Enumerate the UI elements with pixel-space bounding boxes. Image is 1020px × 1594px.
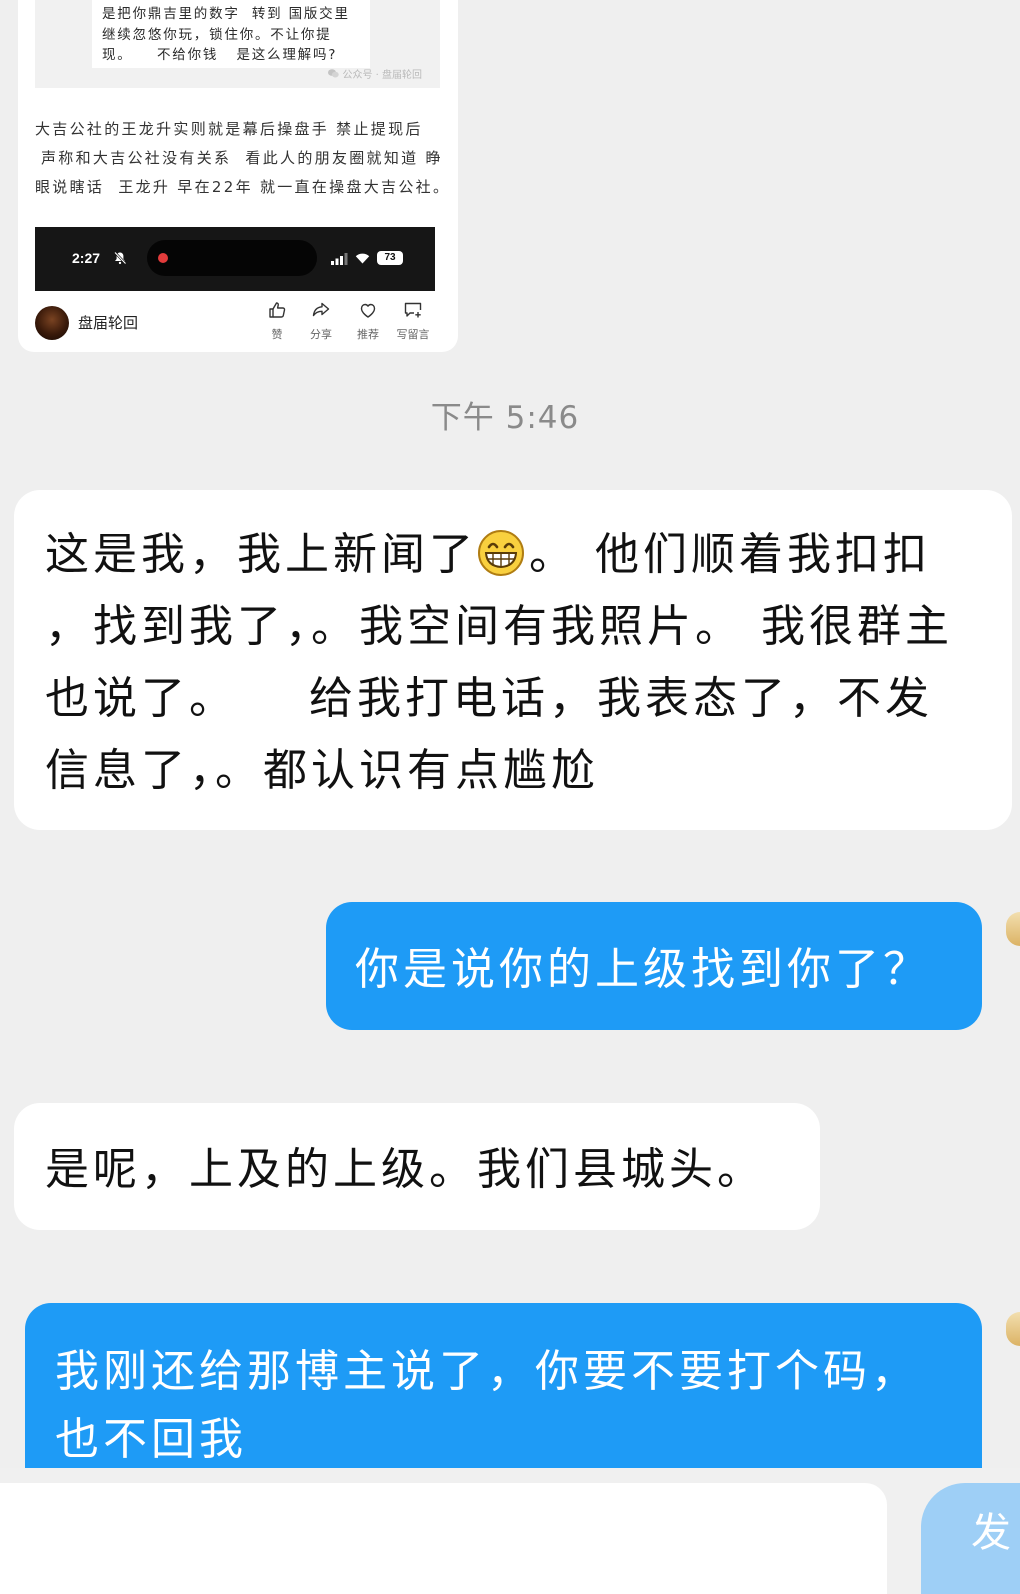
- comment-button[interactable]: 写留言: [388, 300, 438, 341]
- bell-muted-icon: [113, 251, 127, 265]
- article-quote-image: 是把你鼎吉里的数字 转到 国版交里 继续忽悠你玩，锁住你。不让你提 现。 不给你…: [35, 0, 440, 88]
- comment-icon: [403, 300, 423, 320]
- outgoing-message-bubble[interactable]: 你是说你的上级找到你了？: [326, 902, 982, 1030]
- recording-dot-icon: [158, 253, 168, 263]
- watermark: 公众号 · 盘届轮回: [328, 66, 422, 81]
- message-text: 是呢，上及的上级。我们县城头。: [45, 1144, 765, 1195]
- send-button[interactable]: 发: [921, 1483, 1020, 1594]
- message-text: 这是我，我上新闻了: [45, 529, 477, 580]
- comment-label: 写留言: [396, 328, 430, 341]
- message-text: 你是说你的上级找到你了？: [355, 944, 931, 995]
- account-avatar[interactable]: [35, 306, 69, 340]
- message-composer: 发: [0, 1468, 1020, 1594]
- recommend-label: 推荐: [357, 328, 379, 341]
- share-label: 分享: [310, 328, 332, 341]
- quote-bubble: 是把你鼎吉里的数字 转到 国版交里 继续忽悠你玩，锁住你。不让你提 现。 不给你…: [92, 0, 370, 68]
- watermark-text: 公众号 · 盘届轮回: [342, 70, 422, 81]
- paragraph-line: 声称和大吉公社没有关系 看此人的朋友圈就知道 睁: [41, 149, 443, 167]
- avatar[interactable]: [1006, 912, 1020, 946]
- status-time: 2:27: [72, 250, 101, 266]
- shared-article-card[interactable]: 是把你鼎吉里的数字 转到 国版交里 继续忽悠你玩，锁住你。不让你提 现。 不给你…: [18, 0, 458, 352]
- share-icon: [311, 300, 331, 320]
- wifi-icon: [355, 251, 370, 264]
- paragraph-line: 眼说瞎话 王龙升 早在22年 就一直在操盘大吉公社。: [35, 178, 451, 196]
- quote-line: 继续忽悠你玩，锁住你。不让你提: [102, 26, 332, 43]
- like-button[interactable]: 赞: [252, 300, 302, 341]
- thumbs-up-icon: [267, 300, 287, 320]
- like-label: 赞: [271, 328, 283, 341]
- wechat-icon: [328, 69, 340, 78]
- grinning-face-icon: [477, 529, 525, 577]
- message-input[interactable]: [0, 1483, 887, 1594]
- account-name[interactable]: 盘届轮回: [78, 314, 138, 332]
- article-paragraph: 大吉公社的王龙升实则就是幕后操盘手 禁止提现后 声称和大吉公社没有关系 看此人的…: [35, 115, 450, 202]
- incoming-message-bubble[interactable]: 这是我，我上新闻了。 他们顺着我扣扣，找到我了，。我空间有我照片。 我很群主也说…: [14, 490, 1012, 830]
- recommend-button[interactable]: 推荐: [343, 300, 393, 341]
- avatar[interactable]: [1006, 1312, 1020, 1346]
- message-text: 我刚还给那博主说了，你要不要打个码，也不回我: [55, 1346, 919, 1465]
- quote-line: 现。 不给你钱 是这么理解吗?: [102, 47, 338, 63]
- incoming-message-bubble[interactable]: 是呢，上及的上级。我们县城头。: [14, 1103, 820, 1230]
- paragraph-line: 大吉公社的王龙升实则就是幕后操盘手 禁止提现后: [35, 120, 423, 138]
- dynamic-island: [147, 240, 317, 276]
- share-button[interactable]: 分享: [296, 300, 346, 341]
- quote-line: 是把你鼎吉里的数字 转到 国版交里: [102, 6, 350, 22]
- battery-level: 73: [384, 252, 396, 263]
- battery-icon: 73: [377, 251, 403, 265]
- heart-icon: [358, 300, 378, 320]
- embedded-phone-screenshot: 2:27 73: [35, 227, 435, 291]
- signal-icon: [331, 252, 349, 265]
- message-timestamp: 下午 5:46: [430, 400, 580, 436]
